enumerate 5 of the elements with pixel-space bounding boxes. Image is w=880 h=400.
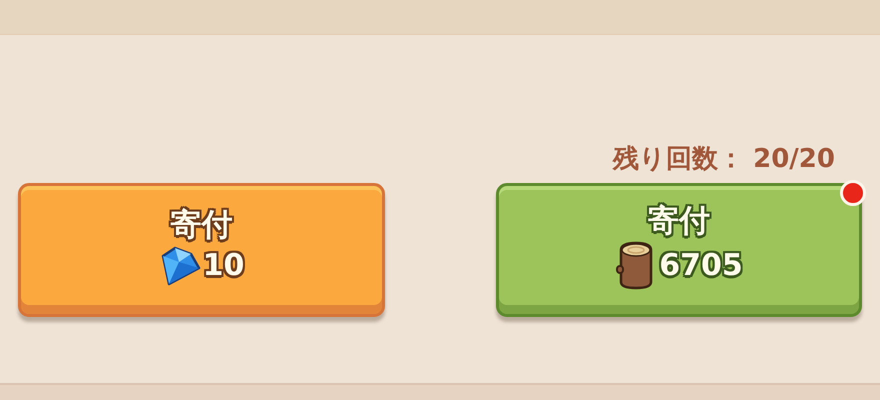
donate-button[interactable]: 寄付 6705 [496, 183, 862, 317]
cost-amount: 6705 [659, 248, 743, 283]
donate-button[interactable]: 寄付 10 [18, 183, 385, 317]
cost-amount: 10 [202, 248, 244, 283]
remaining-count: 残り回数： 20/20 [611, 143, 836, 176]
